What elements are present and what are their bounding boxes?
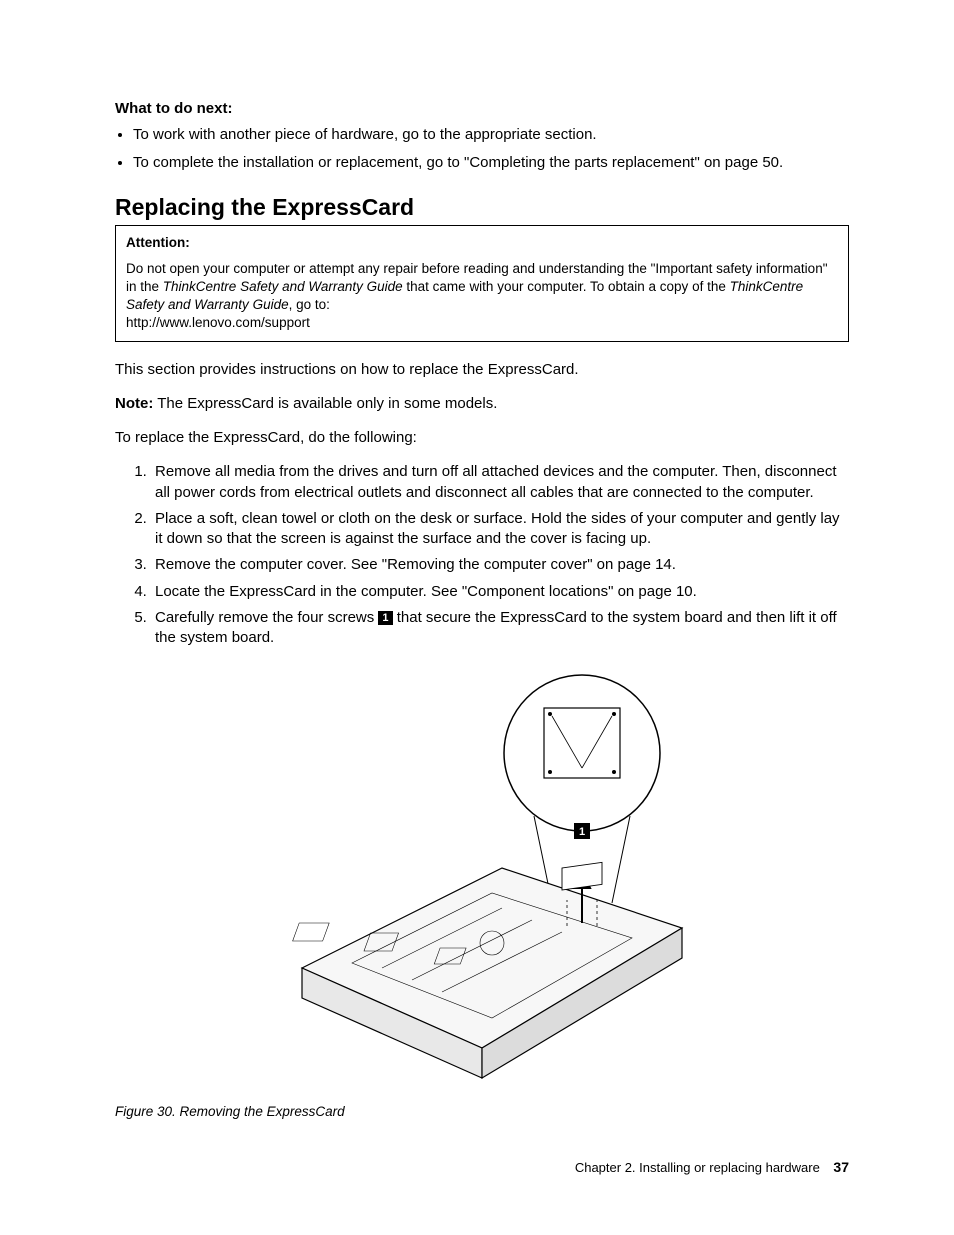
note-text: The ExpressCard is available only in som… bbox=[153, 395, 497, 412]
attention-emphasis: ThinkCentre Safety and Warranty Guide bbox=[163, 279, 403, 294]
step-item: Locate the ExpressCard in the computer. … bbox=[151, 582, 849, 602]
figure-caption: Figure 30. Removing the ExpressCard bbox=[115, 1104, 849, 1119]
intro-paragraph: This section provides instructions on ho… bbox=[115, 360, 849, 380]
attention-url: http://www.lenovo.com/support bbox=[126, 315, 310, 330]
expresscard-diagram: 1 bbox=[242, 668, 722, 1098]
footer-page-number: 37 bbox=[833, 1159, 849, 1175]
callout-marker: 1 bbox=[378, 611, 392, 625]
step5-pre: Carefully remove the four screws bbox=[155, 609, 378, 626]
lead-in-paragraph: To replace the ExpressCard, do the follo… bbox=[115, 428, 849, 448]
section-heading: Replacing the ExpressCard bbox=[115, 194, 849, 221]
bullet-item: To work with another piece of hardware, … bbox=[133, 125, 849, 145]
footer-chapter: Chapter 2. Installing or replacing hardw… bbox=[575, 1160, 820, 1175]
step-item: Remove all media from the drives and tur… bbox=[151, 462, 849, 503]
figure-callout-label: 1 bbox=[579, 826, 585, 838]
attention-body: Do not open your computer or attempt any… bbox=[126, 260, 838, 333]
steps-list: Remove all media from the drives and tur… bbox=[115, 462, 849, 648]
figure-area: 1 bbox=[115, 668, 849, 1119]
step-item: Remove the computer cover. See "Removing… bbox=[151, 555, 849, 575]
step-item: Carefully remove the four screws 1 that … bbox=[151, 608, 849, 649]
what-next-heading: What to do next: bbox=[115, 100, 849, 117]
attention-text: , go to: bbox=[289, 297, 330, 312]
note-label: Note: bbox=[115, 395, 153, 412]
document-page: What to do next: To work with another pi… bbox=[0, 0, 954, 1235]
bullet-item: To complete the installation or replacem… bbox=[133, 153, 849, 173]
attention-box: Attention: Do not open your computer or … bbox=[115, 225, 849, 342]
note-paragraph: Note: The ExpressCard is available only … bbox=[115, 394, 849, 414]
attention-heading: Attention: bbox=[126, 234, 838, 252]
step-item: Place a soft, clean towel or cloth on th… bbox=[151, 509, 849, 550]
attention-text: that came with your computer. To obtain … bbox=[403, 279, 730, 294]
page-footer: Chapter 2. Installing or replacing hardw… bbox=[575, 1159, 849, 1175]
what-next-list: To work with another piece of hardware, … bbox=[115, 125, 849, 174]
